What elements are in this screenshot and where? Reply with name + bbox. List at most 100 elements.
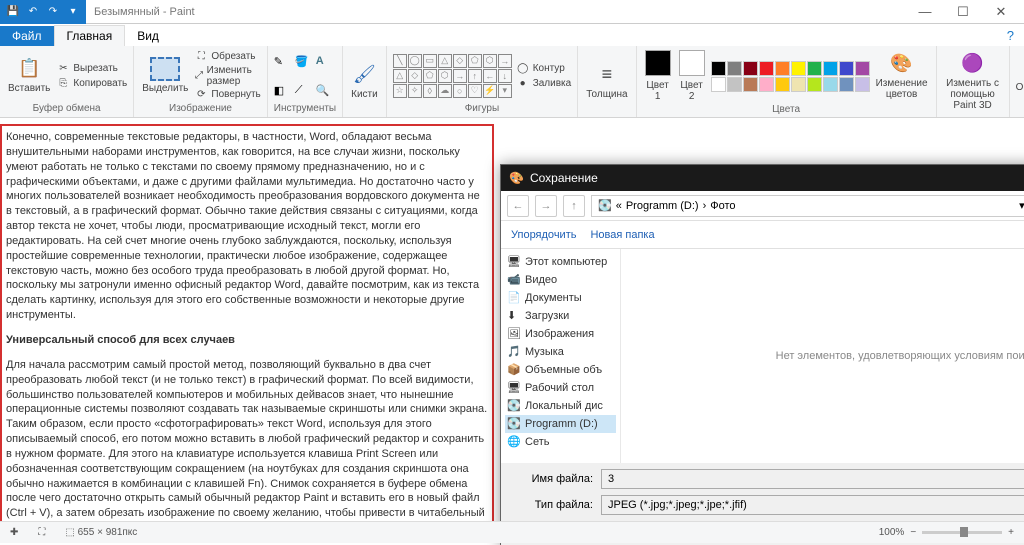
tree-item[interactable]: 📦Объемные объ <box>505 361 616 379</box>
zoom-level: 100% <box>879 527 905 538</box>
palette-swatch[interactable] <box>807 77 822 92</box>
tree-item[interactable]: 🖥Рабочий стол <box>505 379 616 397</box>
window-title: Безымянный - Paint <box>94 6 195 18</box>
eraser-tool[interactable]: ◧ <box>274 84 292 97</box>
palette-swatch[interactable] <box>743 77 758 92</box>
tree-item[interactable]: 🖼Изображения <box>505 325 616 343</box>
palette-swatch[interactable] <box>711 77 726 92</box>
tree-item[interactable]: 🎵Музыка <box>505 343 616 361</box>
color2-button[interactable]: Цвет 2 <box>677 48 707 104</box>
forward-button[interactable]: → <box>535 195 557 217</box>
tree-item[interactable]: 🖥Этот компьютер <box>505 253 616 271</box>
rainbow-icon: 🎨 <box>890 52 914 76</box>
ribbon-tabs: Файл Главная Вид ? <box>0 24 1024 46</box>
tree-item[interactable]: 💽Локальный дис <box>505 397 616 415</box>
palette-swatch[interactable] <box>839 77 854 92</box>
close-button[interactable]: ✕ <box>986 4 1016 20</box>
title-bar: 💾 ↶ ↷ ▾ Безымянный - Paint — ☐ ✕ <box>0 0 1024 24</box>
filename-input[interactable]: 3▾ <box>601 469 1024 489</box>
new-folder-button[interactable]: Новая папка <box>590 229 654 241</box>
resize-icon: ⤢ <box>194 69 203 83</box>
palette-swatch[interactable] <box>743 61 758 76</box>
palette-swatch[interactable] <box>759 61 774 76</box>
maximize-button[interactable]: ☐ <box>948 4 978 20</box>
palette-swatch[interactable] <box>775 77 790 92</box>
canvas-area[interactable]: Конечно, современные текстовые редакторы… <box>0 118 1024 545</box>
status-bar: ✚ ⛶ ⬚ 655 × 981пкс 100% − + <box>0 521 1024 543</box>
palette-swatch[interactable] <box>727 77 742 92</box>
palette-swatch[interactable] <box>727 61 742 76</box>
dialog-title: Сохранение <box>530 171 598 185</box>
tab-view[interactable]: Вид <box>125 26 171 46</box>
back-button[interactable]: ← <box>507 195 529 217</box>
fill-tool[interactable]: 🪣 <box>295 55 313 68</box>
minimize-button[interactable]: — <box>910 4 940 20</box>
paint3d-button[interactable]: 🟣Изменить с помощью Paint 3D <box>943 50 1003 113</box>
pencil-tool[interactable]: ✎ <box>274 55 292 68</box>
palette-swatch[interactable] <box>855 77 870 92</box>
paint3d-icon: 🟣 <box>961 52 985 76</box>
product-alert-button[interactable]: iОповещение продукта <box>1016 56 1024 106</box>
palette-swatch[interactable] <box>855 61 870 76</box>
tab-file[interactable]: Файл <box>0 26 54 46</box>
help-icon[interactable]: ? <box>997 25 1024 46</box>
undo-icon[interactable]: ↶ <box>24 3 42 21</box>
copy-icon: ⎘ <box>56 76 70 90</box>
file-list[interactable]: Нет элементов, удовлетворяющих условиям … <box>621 249 1024 463</box>
qat-menu-icon[interactable]: ▾ <box>64 3 82 21</box>
folder-tree[interactable]: 🖥Этот компьютер📹Видео📄Документы⬇Загрузки… <box>501 249 621 463</box>
select-button[interactable]: Выделить <box>140 55 190 96</box>
palette-swatch[interactable] <box>823 61 838 76</box>
palette-swatch[interactable] <box>775 61 790 76</box>
palette-swatch[interactable] <box>807 61 822 76</box>
picker-tool[interactable]: ⟋ <box>295 84 313 97</box>
color-palette[interactable] <box>711 61 870 92</box>
palette-swatch[interactable] <box>823 77 838 92</box>
size-button[interactable]: ≡Толщина <box>584 61 629 102</box>
fill-shape-button[interactable]: ●Заливка <box>516 76 572 90</box>
quick-access-toolbar: 💾 ↶ ↷ ▾ <box>0 0 86 24</box>
tree-item[interactable]: 🌐Сеть <box>505 433 616 451</box>
edit-colors-button[interactable]: 🎨Изменение цветов <box>874 50 930 102</box>
save-icon[interactable]: 💾 <box>4 3 22 21</box>
color1-button[interactable]: Цвет 1 <box>643 48 673 104</box>
selection-icon: ⛶ <box>38 527 45 538</box>
tree-item[interactable]: 💽Programm (D:) <box>505 415 616 433</box>
text-tool[interactable]: A <box>316 55 334 67</box>
selected-text-region: Конечно, современные текстовые редакторы… <box>0 124 494 529</box>
drive-icon: 💽 <box>598 199 612 212</box>
zoom-slider[interactable] <box>922 531 1002 534</box>
clipboard-icon: 📋 <box>17 57 41 81</box>
zoom-tool[interactable]: 🔍 <box>316 84 334 97</box>
filetype-select[interactable]: JPEG (*.jpg;*.jpeg;*.jpe;*.jfif)▾ <box>601 495 1024 515</box>
ribbon: 📋Вставить ✂Вырезать ⎘Копировать Буфер об… <box>0 46 1024 118</box>
tab-home[interactable]: Главная <box>54 25 126 46</box>
tree-item[interactable]: 📄Документы <box>505 289 616 307</box>
up-button[interactable]: ↑ <box>563 195 585 217</box>
brush-icon: 🖌 <box>352 63 376 87</box>
copy-button[interactable]: ⎘Копировать <box>56 76 127 90</box>
palette-swatch[interactable] <box>759 77 774 92</box>
palette-swatch[interactable] <box>791 77 806 92</box>
rotate-button[interactable]: ⟳Повернуть <box>194 88 260 102</box>
cut-button[interactable]: ✂Вырезать <box>56 61 127 75</box>
palette-swatch[interactable] <box>711 61 726 76</box>
palette-swatch[interactable] <box>839 61 854 76</box>
paste-button[interactable]: 📋Вставить <box>6 55 52 96</box>
color2-swatch <box>679 50 705 76</box>
select-icon <box>150 57 180 81</box>
outline-button[interactable]: ◯Контур <box>516 61 572 75</box>
brushes-button[interactable]: 🖌Кисти <box>349 61 380 102</box>
palette-swatch[interactable] <box>791 61 806 76</box>
resize-button[interactable]: ⤢Изменить размер <box>194 65 260 87</box>
tree-item[interactable]: ⬇Загрузки <box>505 307 616 325</box>
shapes-gallery[interactable]: ╲◯▭△◇⬠⬡→ △◇⬠⬡→↑←↓ ☆✧◊☁○♡⚡▾ <box>393 54 512 98</box>
scissors-icon: ✂ <box>56 61 70 75</box>
tree-item[interactable]: 📹Видео <box>505 271 616 289</box>
breadcrumb[interactable]: 💽 «Programm (D:)›Фото ▾ ⟳ <box>591 195 1024 217</box>
organize-button[interactable]: Упорядочить <box>511 229 576 241</box>
crop-button[interactable]: ⛶Обрезать <box>194 50 260 64</box>
redo-icon[interactable]: ↷ <box>44 3 62 21</box>
zoom-out-button[interactable]: − <box>910 527 916 538</box>
zoom-in-button[interactable]: + <box>1008 527 1014 538</box>
